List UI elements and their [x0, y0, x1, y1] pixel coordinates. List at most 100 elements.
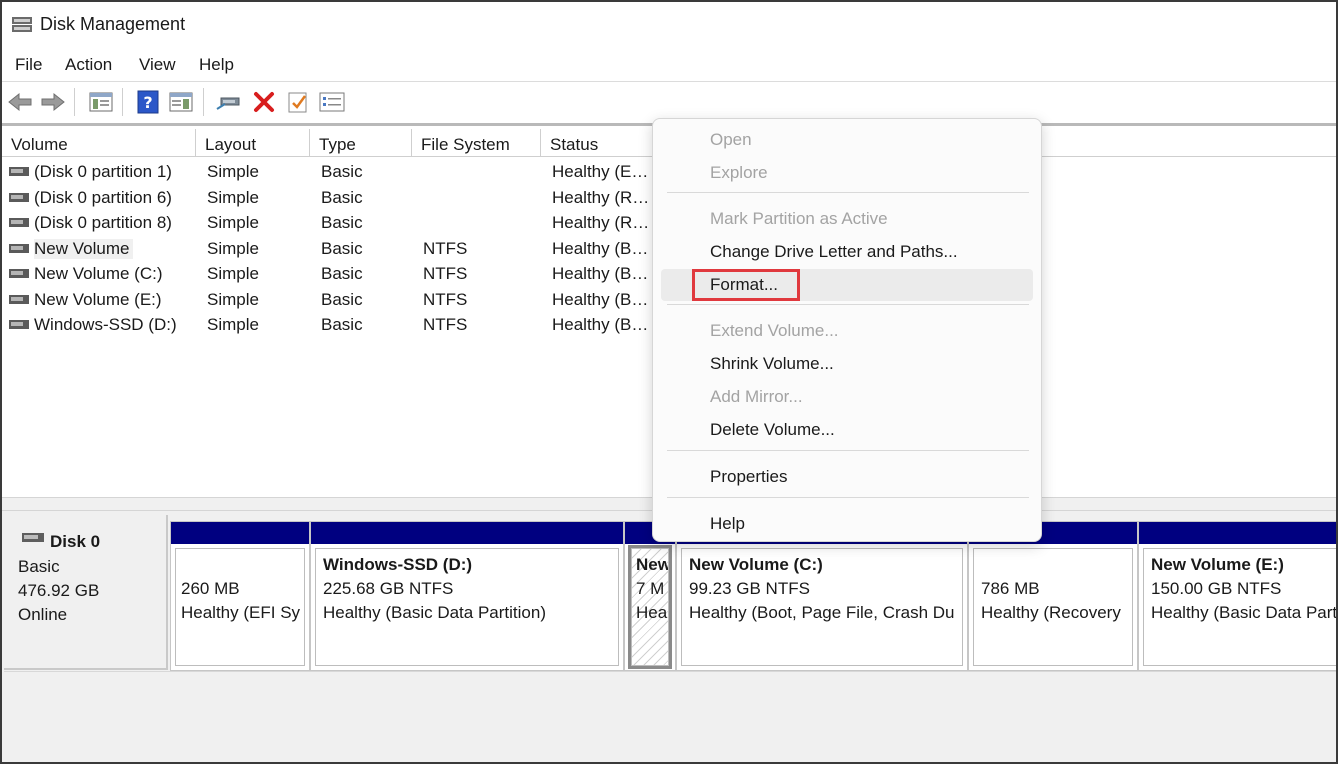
checklist-icon[interactable] — [285, 89, 311, 115]
menu-item-label: Delete Volume... — [710, 420, 835, 439]
partition-bar — [311, 522, 623, 544]
cell-type: Basic — [321, 213, 363, 232]
forward-arrow-icon[interactable] — [40, 89, 66, 115]
partition-status: Healthy (Boot, Page File, Crash Du — [689, 603, 955, 622]
show-hide-icon[interactable] — [168, 89, 194, 115]
cell-status: Healthy (R… — [552, 213, 650, 232]
partition-new-volume-selected[interactable]: New 7 M Hea — [624, 521, 676, 671]
menu-bar: File Action View Help — [2, 48, 1336, 82]
graphical-pane-empty-area — [4, 671, 1336, 762]
menu-item-delete-volume[interactable]: Delete Volume... — [661, 414, 1033, 446]
help-icon[interactable]: ? — [135, 89, 161, 115]
disk-drive-icon — [22, 533, 44, 542]
cell-layout: Simple — [207, 264, 259, 283]
volume-drive-icon — [9, 269, 29, 278]
menu-item-label: Properties — [710, 467, 788, 486]
toolbar-separator — [203, 88, 204, 116]
partition-efi[interactable]: 260 MB Healthy (EFI Sy — [170, 521, 310, 671]
menu-item-label: Help — [710, 514, 745, 533]
column-header-type[interactable]: Type — [310, 129, 412, 157]
menu-item-open[interactable]: Open — [661, 124, 1033, 156]
menu-help[interactable]: Help — [199, 55, 234, 75]
properties-icon[interactable] — [319, 89, 345, 115]
table-row[interactable]: New Volume Simple Basic NTFS Healthy (B… — [2, 237, 662, 262]
partition-status: Healthy (EFI Sy — [181, 603, 301, 622]
menu-separator — [667, 192, 1029, 193]
svg-text:?: ? — [143, 93, 152, 112]
toolbar-separator — [74, 88, 75, 116]
menu-view[interactable]: View — [139, 55, 176, 75]
partition-size: 786 MB — [981, 579, 1040, 598]
cell-volume: New Volume — [34, 238, 134, 259]
context-menu: Open Explore Mark Partition as Active Ch… — [652, 118, 1042, 542]
graphical-disk-view: Disk 0 Basic 476.92 GB Online 260 MB Hea… — [2, 511, 1336, 762]
menu-action[interactable]: Action — [65, 55, 112, 75]
menu-item-change-drive-letter[interactable]: Change Drive Letter and Paths... — [661, 236, 1033, 268]
menu-item-extend-volume[interactable]: Extend Volume... — [661, 315, 1033, 347]
volume-drive-icon — [9, 167, 29, 176]
disk-state: Online — [18, 605, 68, 624]
menu-item-shrink-volume[interactable]: Shrink Volume... — [661, 348, 1033, 380]
disk-management-app-icon — [12, 17, 32, 32]
menu-item-help[interactable]: Help — [661, 508, 1033, 540]
disk-name: Disk 0 — [50, 532, 101, 551]
cell-type: Basic — [321, 264, 363, 283]
partition-title: New — [636, 555, 669, 574]
table-row[interactable]: (Disk 0 partition 1) Simple Basic Healthy (… — [2, 160, 662, 185]
partition-new-volume-c[interactable]: New Volume (C:) 99.23 GB NTFS Healthy (B… — [676, 521, 968, 671]
partition-body: 786 MB Healthy (Recovery — [973, 548, 1133, 666]
column-header-volume[interactable]: Volume — [2, 129, 196, 157]
cell-file-system: NTFS — [423, 238, 468, 258]
menu-item-label: Explore — [710, 163, 768, 182]
volume-drive-icon — [9, 192, 29, 202]
console-tree-icon[interactable] — [88, 89, 114, 115]
connect-icon[interactable] — [215, 89, 241, 115]
menu-item-explore[interactable]: Explore — [661, 157, 1033, 189]
partition-recovery[interactable]: 786 MB Healthy (Recovery — [968, 521, 1138, 671]
cell-status: Healthy (B… — [552, 238, 649, 258]
delete-icon[interactable] — [251, 89, 277, 115]
cell-file-system: NTFS — [423, 315, 468, 334]
partition-title: New Volume (E:) — [1151, 555, 1284, 574]
cell-type: Basic — [321, 238, 363, 258]
menu-item-add-mirror[interactable]: Add Mirror... — [661, 381, 1033, 413]
cell-layout: Simple — [207, 162, 259, 181]
menu-item-label: Extend Volume... — [710, 321, 839, 340]
table-row[interactable]: Windows-SSD (D:) Simple Basic NTFS Healthy (… — [2, 313, 662, 338]
cell-layout: Simple — [207, 289, 259, 309]
cell-volume: (Disk 0 partition 1) — [34, 162, 172, 181]
column-header-file-system[interactable]: File System — [412, 129, 541, 157]
cell-layout: Simple — [207, 213, 259, 232]
toolbar-separator — [122, 88, 123, 116]
partition-windows-ssd[interactable]: Windows-SSD (D:) 225.68 GB NTFS Healthy … — [310, 521, 624, 671]
disk-type: Basic — [18, 557, 60, 576]
format-highlight-box — [692, 269, 800, 301]
partition-status: Healthy (Recovery — [981, 603, 1121, 622]
disk-management-window: Disk Management File Action View Help ? — [0, 0, 1338, 764]
menu-item-mark-partition-active[interactable]: Mark Partition as Active — [661, 203, 1033, 235]
column-header-layout[interactable]: Layout — [196, 129, 310, 157]
partition-title: New Volume (C:) — [689, 555, 823, 574]
partition-body: Windows-SSD (D:) 225.68 GB NTFS Healthy … — [315, 548, 619, 666]
table-row[interactable]: New Volume (E:) Simple Basic NTFS Healthy (B… — [2, 288, 662, 313]
cell-type: Basic — [321, 315, 363, 334]
partition-new-volume-e[interactable]: New Volume (E:) 150.00 GB NTFS Healthy (… — [1138, 521, 1336, 671]
window-title: Disk Management — [40, 14, 186, 34]
cell-status: Healthy (E… — [552, 162, 649, 181]
disk-0-label[interactable]: Disk 0 Basic 476.92 GB Online — [4, 515, 168, 670]
volume-drive-icon — [9, 320, 29, 329]
cell-volume: (Disk 0 partition 8) — [34, 213, 172, 232]
cell-layout: Simple — [207, 315, 259, 334]
cell-file-system: NTFS — [423, 264, 468, 283]
table-row[interactable]: (Disk 0 partition 8) Simple Basic Healthy (… — [2, 211, 662, 236]
menu-file[interactable]: File — [15, 55, 42, 75]
table-row[interactable]: New Volume (C:) Simple Basic NTFS Healthy (B… — [2, 262, 662, 287]
cell-volume: New Volume (E:) — [34, 289, 162, 309]
cell-type: Basic — [321, 187, 363, 207]
title-bar: Disk Management — [2, 2, 1336, 48]
menu-item-properties[interactable]: Properties — [661, 461, 1033, 493]
back-arrow-icon[interactable] — [7, 89, 33, 115]
table-row[interactable]: (Disk 0 partition 6) Simple Basic Healthy (… — [2, 186, 662, 211]
partition-body: 260 MB Healthy (EFI Sy — [175, 548, 305, 666]
menu-item-label: Shrink Volume... — [710, 354, 834, 373]
